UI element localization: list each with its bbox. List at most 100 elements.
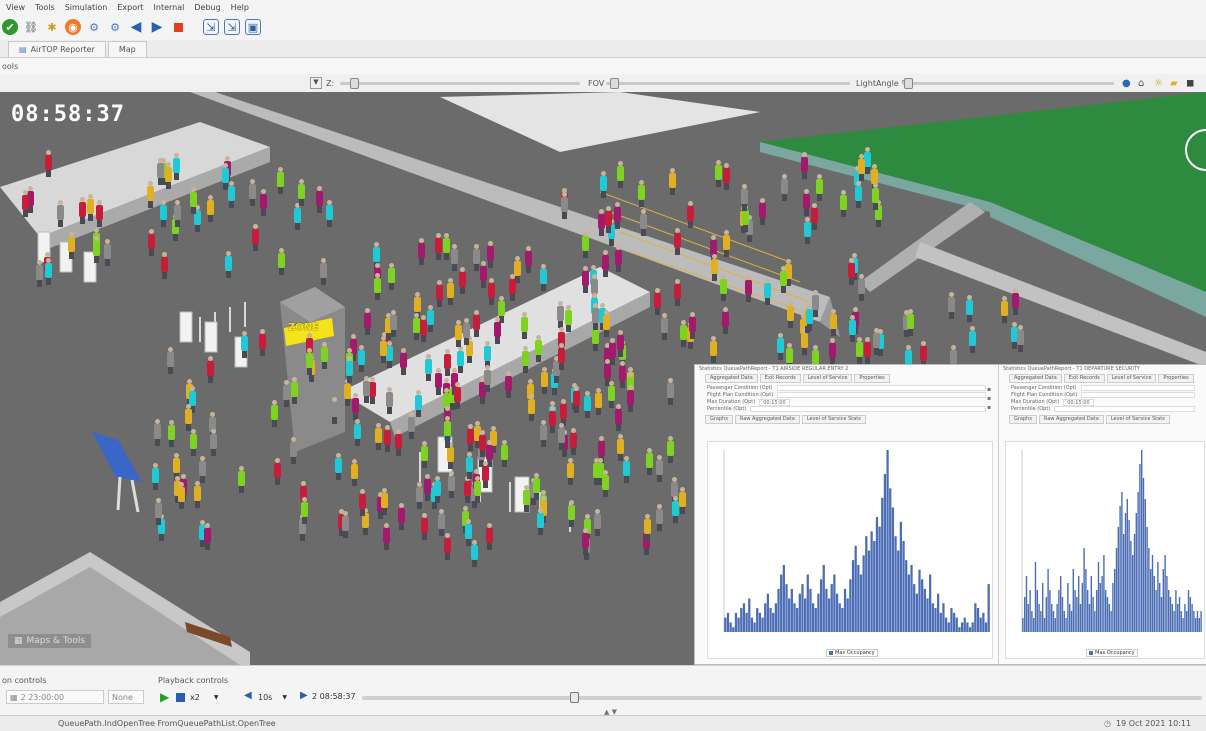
panel-fields: Passenger Condition (Opt) Flight Plan Co… [695, 383, 998, 415]
settings-icon[interactable]: ⚙ [107, 19, 123, 35]
light-angle-slider[interactable] [902, 77, 1114, 89]
home-icon[interactable]: ⌂ [1138, 78, 1144, 89]
start-time-field[interactable]: ▦ 2 23:00:00 [6, 690, 104, 704]
radar-icon[interactable]: ◉ [65, 19, 81, 35]
menu-debug[interactable]: Debug [194, 3, 220, 12]
tab-aggregated-data[interactable]: Aggregated Data [1009, 374, 1062, 383]
chart-bar [1051, 604, 1053, 632]
flight-plan-condition-field[interactable] [1081, 392, 1195, 398]
arrow-right-icon[interactable]: ▶ [149, 19, 165, 35]
globe-icon[interactable]: ● [1122, 78, 1131, 89]
tab-level-of-service[interactable]: Level of Service [1106, 374, 1157, 383]
play-icon[interactable]: ▶ [160, 690, 169, 704]
max-duration-value[interactable]: 00:15:00 [1063, 399, 1094, 406]
export-icon[interactable]: ⇲ [224, 19, 240, 35]
tab-level-of-service-stats[interactable]: Level of Service Stats [1105, 415, 1170, 424]
gear-icon[interactable]: ⚙ [86, 19, 102, 35]
menu-tools[interactable]: Tools [35, 3, 55, 12]
passenger [161, 251, 169, 279]
fov-slider[interactable] [606, 77, 850, 89]
folder-icon[interactable]: ▰ [1170, 78, 1178, 89]
step-select[interactable]: 10s ▼ [258, 690, 298, 704]
check-icon[interactable]: ✔ [2, 19, 18, 35]
chart-bar [907, 574, 910, 632]
tab-raw-aggregated-data[interactable]: Raw Aggregated Data [1038, 415, 1104, 424]
chart-bar [1128, 520, 1130, 632]
passenger [159, 199, 167, 227]
fov-label: FOV [588, 78, 605, 88]
save-icon[interactable]: ▪ [987, 385, 995, 394]
link-icon[interactable]: ⛓ [23, 19, 39, 35]
maps-tools-button[interactable]: ▦ Maps & Tools [8, 634, 92, 648]
tab-airtop-reporter[interactable]: ▤ AirTOP Reporter [8, 41, 106, 57]
chart-bar [1072, 569, 1074, 632]
mode-select[interactable]: None [108, 690, 144, 704]
step-back-icon[interactable]: ◀ [244, 690, 252, 701]
tab-properties[interactable]: Properties [1158, 374, 1194, 383]
stop-icon[interactable] [176, 693, 185, 702]
tab-label: Map [118, 45, 136, 54]
tab-graphs[interactable]: Graphs [1009, 415, 1037, 424]
tab-map[interactable]: Map [107, 41, 147, 57]
passenger [613, 202, 621, 230]
tab-graphs[interactable]: Graphs [705, 415, 733, 424]
chart-bar [1121, 492, 1123, 632]
chart-bar [1175, 590, 1177, 632]
light-angle-slider-knob[interactable] [904, 77, 913, 89]
timeline-slider[interactable] [362, 692, 1202, 703]
passenger [483, 341, 491, 369]
chart-bar [1162, 569, 1164, 632]
passenger [147, 181, 155, 209]
passenger [373, 242, 381, 270]
window-icon[interactable]: ▣ [245, 19, 261, 35]
chart-bar [1168, 590, 1170, 632]
dropdown-icon[interactable]: ▼ [310, 77, 322, 89]
speed-select[interactable]: x2 ▼ [190, 690, 230, 704]
max-duration-value[interactable]: 00:15:00 [759, 399, 790, 406]
tab-level-of-service[interactable]: Level of Service [802, 374, 853, 383]
simulation-3d-view[interactable]: 08:58:37 ZONE ▦ Maps & Tools Statistics … [0, 92, 1206, 665]
bulb-icon[interactable]: ✱ [44, 19, 60, 35]
tab-aggregated-data[interactable]: Aggregated Data [705, 374, 758, 383]
passenger [583, 391, 591, 419]
menu-help[interactable]: Help [231, 3, 249, 12]
flight-plan-condition-field[interactable] [777, 392, 986, 398]
tab-properties[interactable]: Properties [854, 374, 890, 383]
tab-raw-aggregated-data[interactable]: Raw Aggregated Data [734, 415, 800, 424]
chart-bar [1096, 590, 1098, 632]
menu-view[interactable]: View [6, 3, 25, 12]
chart-bar [982, 612, 985, 632]
chart-bar [777, 588, 780, 632]
fov-slider-knob[interactable] [610, 77, 619, 89]
camera-icon[interactable]: ◼ [1186, 78, 1194, 89]
percentile-field[interactable] [1054, 406, 1195, 412]
import-icon[interactable]: ⇲ [203, 19, 219, 35]
passenger [301, 496, 309, 524]
passenger-condition-field[interactable] [1080, 385, 1195, 391]
refresh-icon[interactable]: ▪ [987, 403, 995, 412]
passenger-condition-field[interactable] [776, 385, 986, 391]
tab-level-of-service-stats[interactable]: Level of Service Stats [801, 415, 866, 424]
percentile-field[interactable] [750, 406, 986, 412]
chart-bar [1079, 604, 1082, 632]
passenger [206, 356, 214, 384]
light-icon[interactable]: ☼ [1154, 78, 1163, 89]
tab-exit-records[interactable]: Exit Records [759, 374, 801, 383]
chart-bar [851, 560, 855, 632]
chart-bar [1078, 576, 1080, 632]
passenger [238, 466, 246, 494]
passenger [556, 301, 564, 329]
chart-bar [1083, 548, 1085, 632]
arrow-left-icon[interactable]: ◀ [128, 19, 144, 35]
print-icon[interactable]: ▪ [987, 394, 995, 403]
menu-internal[interactable]: Internal [154, 3, 185, 12]
z-slider-knob[interactable] [350, 77, 359, 89]
timeline-knob[interactable] [570, 692, 579, 703]
menu-simulation[interactable]: Simulation [65, 3, 108, 12]
tab-exit-records[interactable]: Exit Records [1063, 374, 1105, 383]
z-slider[interactable] [340, 77, 580, 89]
stop-icon[interactable] [170, 19, 186, 35]
menu-export[interactable]: Export [117, 3, 143, 12]
passenger [627, 385, 635, 413]
step-forward-icon[interactable]: ▶ [300, 690, 308, 701]
